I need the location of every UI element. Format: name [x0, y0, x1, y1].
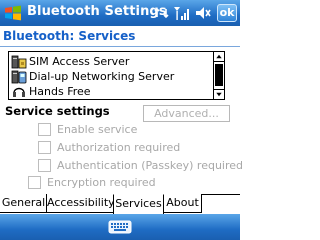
checkbox-label: Enable service [57, 123, 138, 136]
checkbox-box[interactable] [38, 159, 51, 172]
headset-icon [13, 87, 25, 97]
tab-accessibility[interactable]: Accessibility [46, 194, 115, 213]
bottom-menu-bar [0, 214, 240, 240]
services-list[interactable]: SIM Access Server Dial-up Networking Ser… [8, 51, 225, 100]
list-item[interactable]: Dial-up Networking Server [11, 69, 211, 85]
advanced-button[interactable]: Advanced... [143, 105, 230, 122]
window-title: Bluetooth Settings [27, 4, 167, 19]
signal-strength-icon[interactable] [172, 3, 190, 23]
ok-button[interactable]: ok [217, 4, 237, 22]
tab-general[interactable]: General [0, 194, 47, 213]
keyboard-icon[interactable] [108, 219, 132, 235]
list-item[interactable]: Hands Free [11, 84, 211, 99]
connectivity-icon[interactable] [154, 3, 170, 23]
title-bar: Bluetooth Settings ok [0, 0, 240, 26]
list-scrollbar[interactable] [213, 52, 224, 99]
scroll-thumb[interactable] [215, 64, 223, 86]
page-title: Bluetooth: Services [3, 29, 136, 43]
checkbox-box[interactable] [38, 123, 51, 136]
scroll-up-arrow-icon[interactable] [214, 52, 224, 62]
checkbox-label: Encryption required [47, 176, 156, 189]
checkbox-box[interactable] [28, 176, 41, 189]
sim-server-icon [11, 55, 27, 69]
dialup-server-icon [11, 70, 27, 84]
list-item[interactable]: SIM Access Server [11, 54, 211, 70]
checkbox-label: Authentication (Passkey) required [57, 159, 244, 172]
service-settings-label: Service settings [5, 104, 110, 118]
scroll-down-arrow-icon[interactable] [214, 89, 224, 99]
checkbox-box[interactable] [38, 141, 51, 154]
tab-services[interactable]: Services [113, 194, 164, 214]
header-divider [0, 46, 240, 47]
volume-icon[interactable] [194, 3, 212, 23]
checkbox-label: Authorization required [57, 141, 181, 154]
windows-start-icon[interactable] [3, 3, 23, 23]
tab-about[interactable]: About [164, 194, 202, 213]
